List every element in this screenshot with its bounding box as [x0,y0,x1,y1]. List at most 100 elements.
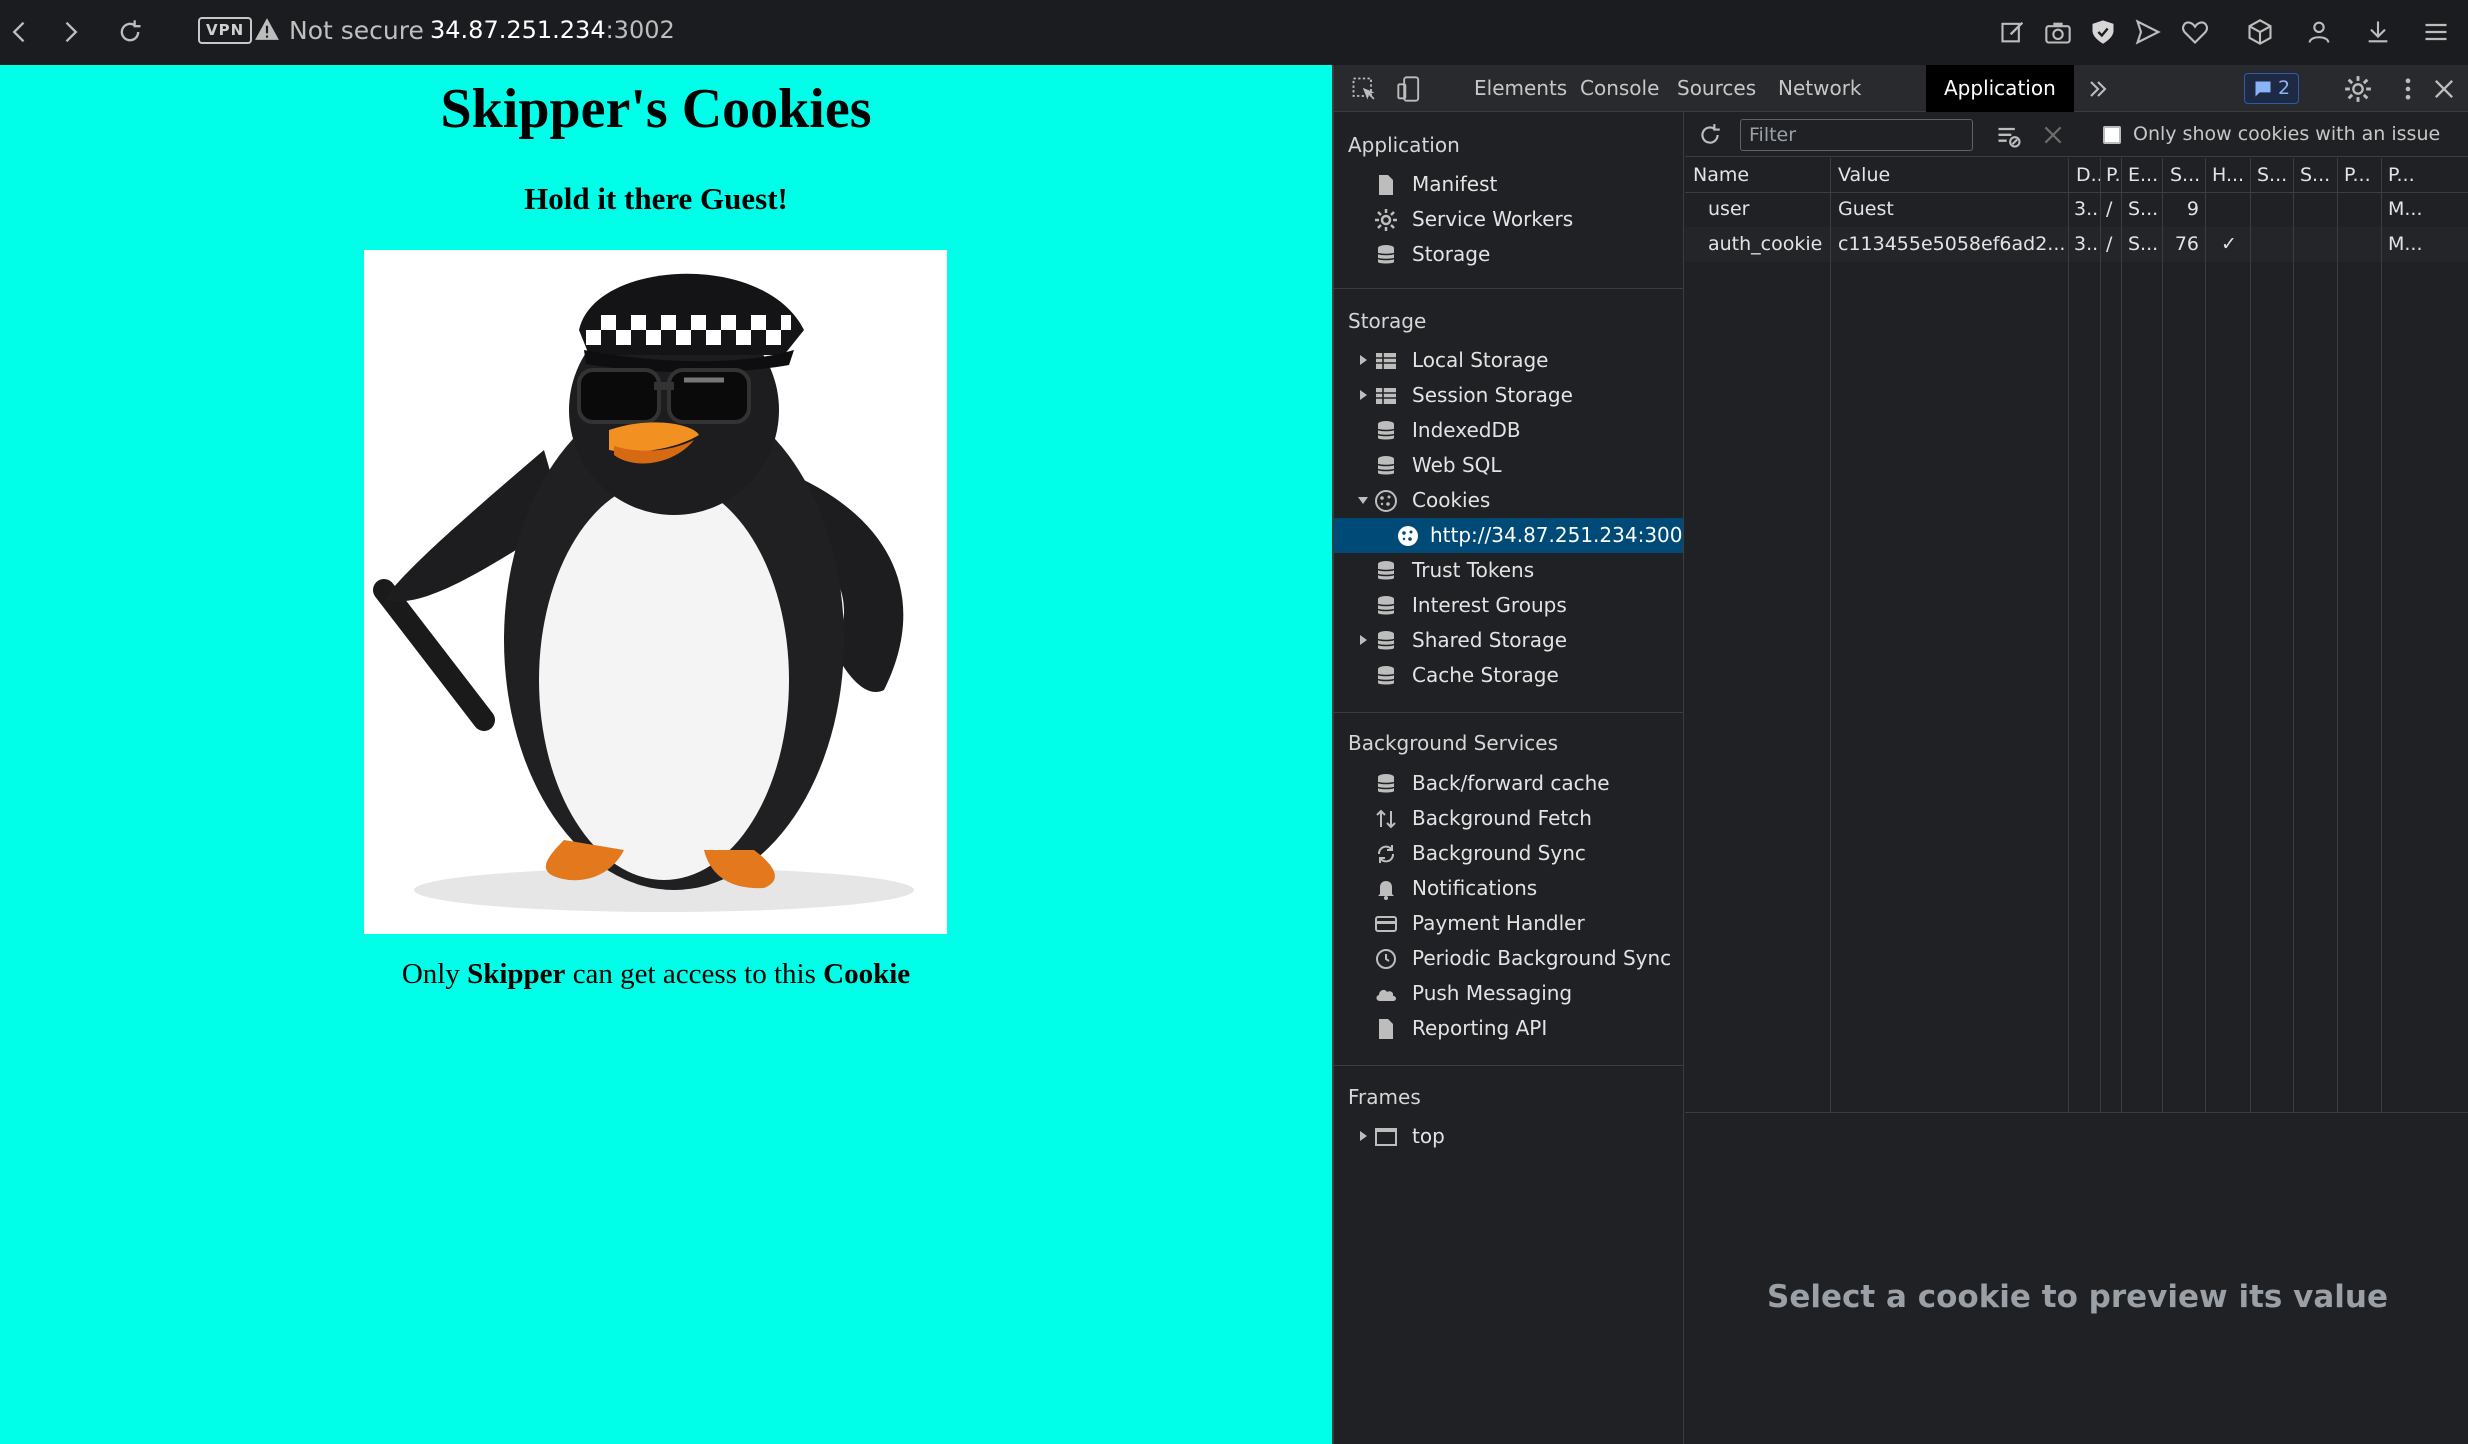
flow-button[interactable] [2128,12,2168,52]
column-divider [2162,158,2163,1113]
cookie-preview-placeholder: Select a cookie to preview its value [1767,1279,2388,1315]
profile-button[interactable] [2299,12,2339,52]
column-divider [2121,158,2122,1113]
tab-application[interactable]: Application [1926,65,2074,112]
sidebar-item-label: Reporting API [1412,1016,1548,1040]
sidebar-item-label: Service Workers [1412,207,1574,231]
sidebar-item-label: Cache Storage [1412,663,1559,687]
close-devtools-button[interactable] [2428,73,2460,105]
sidebar-item-label: top [1412,1124,1445,1148]
more-tabs-button[interactable] [2082,73,2114,105]
address-bar[interactable]: 34.87.251.234:3002 [430,16,675,44]
sidebar-item-label: Interest Groups [1412,593,1567,617]
sidebar-item-label: Manifest [1412,172,1498,196]
downloads-button[interactable] [2358,12,2398,52]
adblock-button[interactable] [2083,12,2123,52]
refresh-icon[interactable] [1697,122,1723,148]
cookie-size-cell[interactable]: 76 [2165,227,2199,262]
hamburger-menu-icon [2425,23,2447,41]
clear-filtered-cookies-icon[interactable] [1995,122,2023,150]
column-header-expires[interactable]: E... [2128,158,2162,192]
back-arrow-icon [12,21,25,43]
cookies-panel: Only show cookies with an issue Name Val… [1685,112,2468,1444]
column-header-domain[interactable]: D... [2076,158,2100,192]
warning-icon[interactable] [254,16,280,42]
cookie-expires-cell[interactable]: S... [2128,227,2162,262]
cookie-path-cell[interactable]: / [2106,192,2121,227]
cookie-size-cell[interactable]: 9 [2165,192,2199,227]
footer-skipper-text: Skipper [467,958,566,990]
settings-button[interactable] [2342,73,2374,105]
expand-arrow-icon[interactable] [1356,353,1370,367]
column-divider [2293,158,2294,1113]
reload-button[interactable] [110,12,150,52]
expand-arrow-icon[interactable] [1356,388,1370,402]
cloud-icon [1376,989,1396,1001]
back-button[interactable] [0,12,40,52]
sidebar-item-label: Back/forward cache [1412,771,1610,795]
column-header-samesite[interactable]: S... [2300,158,2337,192]
cookie-name-cell[interactable]: auth_cookie [1708,227,1828,262]
sidebar-item-label: Background Fetch [1412,806,1592,830]
cookie-expires-cell[interactable]: S... [2128,192,2162,227]
cookie-domain-cell[interactable]: 3... [2074,192,2100,227]
issues-badge[interactable]: 2 [2244,73,2300,104]
database-icon [1377,774,1395,793]
cookie-priority-cell[interactable]: M... [2388,192,2468,227]
cookie-filter-bar: Only show cookies with an issue [1685,112,2468,157]
column-header-secure[interactable]: S... [2257,158,2293,192]
database-icon [1377,421,1395,440]
message-icon [2255,81,2271,96]
column-header-partition-key[interactable]: P... [2344,158,2381,192]
expand-arrow-icon[interactable] [1356,633,1370,647]
clock-icon [1376,949,1396,969]
tab-sources[interactable]: Sources [1659,65,1774,112]
expand-arrow-icon[interactable] [1356,1129,1370,1143]
only-issues-checkbox[interactable] [2103,126,2121,144]
menu-button[interactable] [2416,12,2456,52]
favorites-button[interactable] [2175,12,2215,52]
column-header-name[interactable]: Name [1693,158,1828,192]
table-grid-icon [1376,388,1396,404]
column-header-priority[interactable]: P... [2388,158,2468,192]
device-icon [1397,76,1420,102]
gear-icon [1375,209,1397,231]
collapse-arrow-icon[interactable] [1356,493,1370,507]
cookie-table: Name Value D... P... E... S... H... S...… [1685,158,2468,1113]
sidebar-item-cookie-origin[interactable]: http://34.87.251.234:3002 [1334,518,1683,553]
tab-network[interactable]: Network [1760,65,1880,112]
cookie-domain-cell[interactable]: 3... [2074,227,2100,262]
cookie-icon [1398,526,1418,546]
edit-button[interactable] [1993,12,2033,52]
column-header-httponly[interactable]: H... [2212,158,2250,192]
column-divider [2250,158,2251,1113]
column-header-size[interactable]: S... [2170,158,2205,192]
cookie-filter-input[interactable] [1740,119,1973,151]
inspect-element-button[interactable] [1348,73,1380,105]
cookie-httponly-cell[interactable] [2212,192,2250,227]
cookie-path-cell[interactable]: / [2106,227,2121,262]
shield-icon [2092,20,2114,44]
cookie-icon [1375,490,1397,512]
issues-count: 2 [2278,77,2291,99]
customize-menu-button[interactable] [2392,73,2424,105]
clear-all-icon[interactable] [2040,122,2066,148]
snapshot-button[interactable] [2038,12,2078,52]
column-header-path[interactable]: P... [2106,158,2121,192]
database-icon [1377,561,1395,580]
vpn-badge[interactable]: VPN [198,17,253,44]
forward-button[interactable] [50,12,90,52]
cookie-value-cell[interactable]: c113455e5058ef6ad2... [1838,227,2066,262]
column-header-value[interactable]: Value [1838,158,2066,192]
table-grid-icon [1376,353,1396,369]
cookie-name-cell[interactable]: user [1708,192,1828,227]
security-indicator[interactable]: Not secure [289,16,424,45]
cookie-value-cell[interactable]: Guest [1838,192,2066,227]
cookie-priority-cell[interactable]: M... [2388,227,2468,262]
sidebar-item-label: Notifications [1412,876,1538,900]
police-penguin-illustration [373,273,914,912]
extensions-button[interactable] [2240,12,2280,52]
device-toolbar-button[interactable] [1394,73,1426,105]
sidebar-divider [1334,712,1683,713]
cookie-httponly-cell[interactable]: ✓ [2221,227,2246,262]
